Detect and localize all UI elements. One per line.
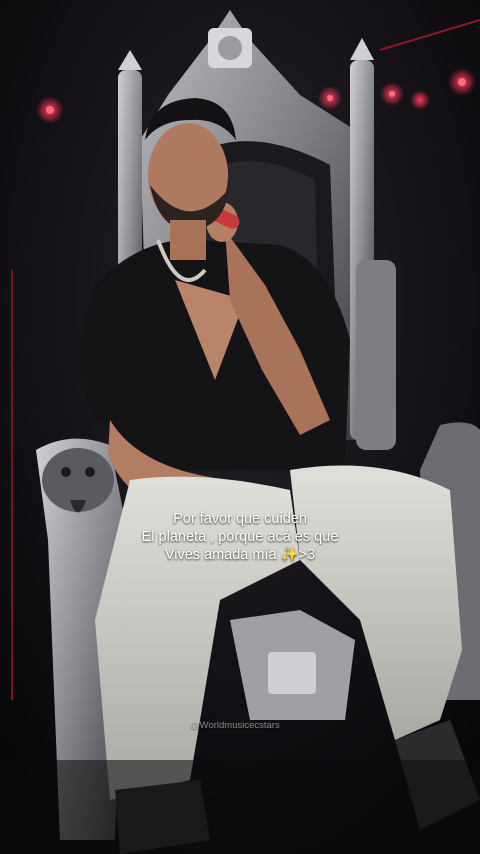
caption-line-3: Vives amada mía ✨>3 [164, 547, 316, 563]
caption: Por favor que cuiden El planeta , porque… [0, 510, 480, 564]
caption-line-2: El planeta , porque acá es que [141, 529, 339, 545]
caption-line-1: Por favor que cuiden [173, 511, 307, 527]
watermark: @Worldmusicecstars [190, 720, 280, 731]
